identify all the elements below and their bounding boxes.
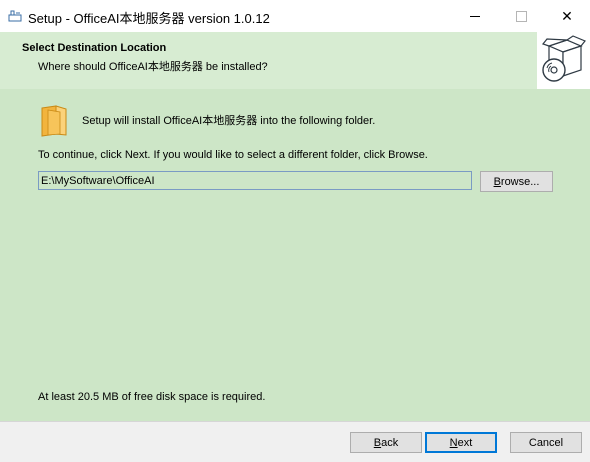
continue-instructions: To continue, click Next. If you would li… <box>38 149 428 161</box>
page-subtitle: Where should OfficeAI本地服务器 be installed? <box>38 61 268 73</box>
wizard-header: Select Destination Location Where should… <box>0 32 590 89</box>
maximize-button[interactable] <box>498 0 544 32</box>
browse-button[interactable]: Browse... <box>480 171 553 192</box>
disk-space-text: At least 20.5 MB of free disk space is r… <box>38 391 266 403</box>
title-bar[interactable]: Setup - OfficeAI本地服务器 version 1.0.12 ✕ <box>0 0 590 32</box>
browse-hotkey: B <box>493 175 501 188</box>
close-button[interactable]: ✕ <box>544 0 590 32</box>
wizard-image <box>537 32 590 89</box>
back-hotkey: B <box>373 436 382 449</box>
wizard-content: Setup will install OfficeAI本地服务器 into th… <box>0 89 590 421</box>
cancel-label: Cancel <box>528 436 564 449</box>
cancel-button[interactable]: Cancel <box>510 432 582 453</box>
back-button[interactable]: Back <box>350 432 422 453</box>
software-box-cd-icon <box>541 35 586 82</box>
next-button[interactable]: Next <box>425 432 497 453</box>
minimize-icon <box>470 15 480 17</box>
install-info-text: Setup will install OfficeAI本地服务器 into th… <box>82 115 376 127</box>
wizard-footer: Back Next Cancel <box>0 421 590 462</box>
folder-icon <box>41 105 67 137</box>
destination-path-input[interactable] <box>38 171 472 190</box>
minimize-button[interactable] <box>452 0 498 32</box>
setup-app-icon <box>8 10 22 22</box>
close-icon: ✕ <box>561 7 573 24</box>
back-label: ack <box>381 436 399 449</box>
next-hotkey: N <box>449 436 458 449</box>
next-label: ext <box>457 436 473 449</box>
maximize-icon <box>515 10 527 22</box>
page-title: Select Destination Location <box>22 42 167 54</box>
browse-label: rowse... <box>500 175 540 188</box>
window-title: Setup - OfficeAI本地服务器 version 1.0.12 <box>28 11 270 26</box>
